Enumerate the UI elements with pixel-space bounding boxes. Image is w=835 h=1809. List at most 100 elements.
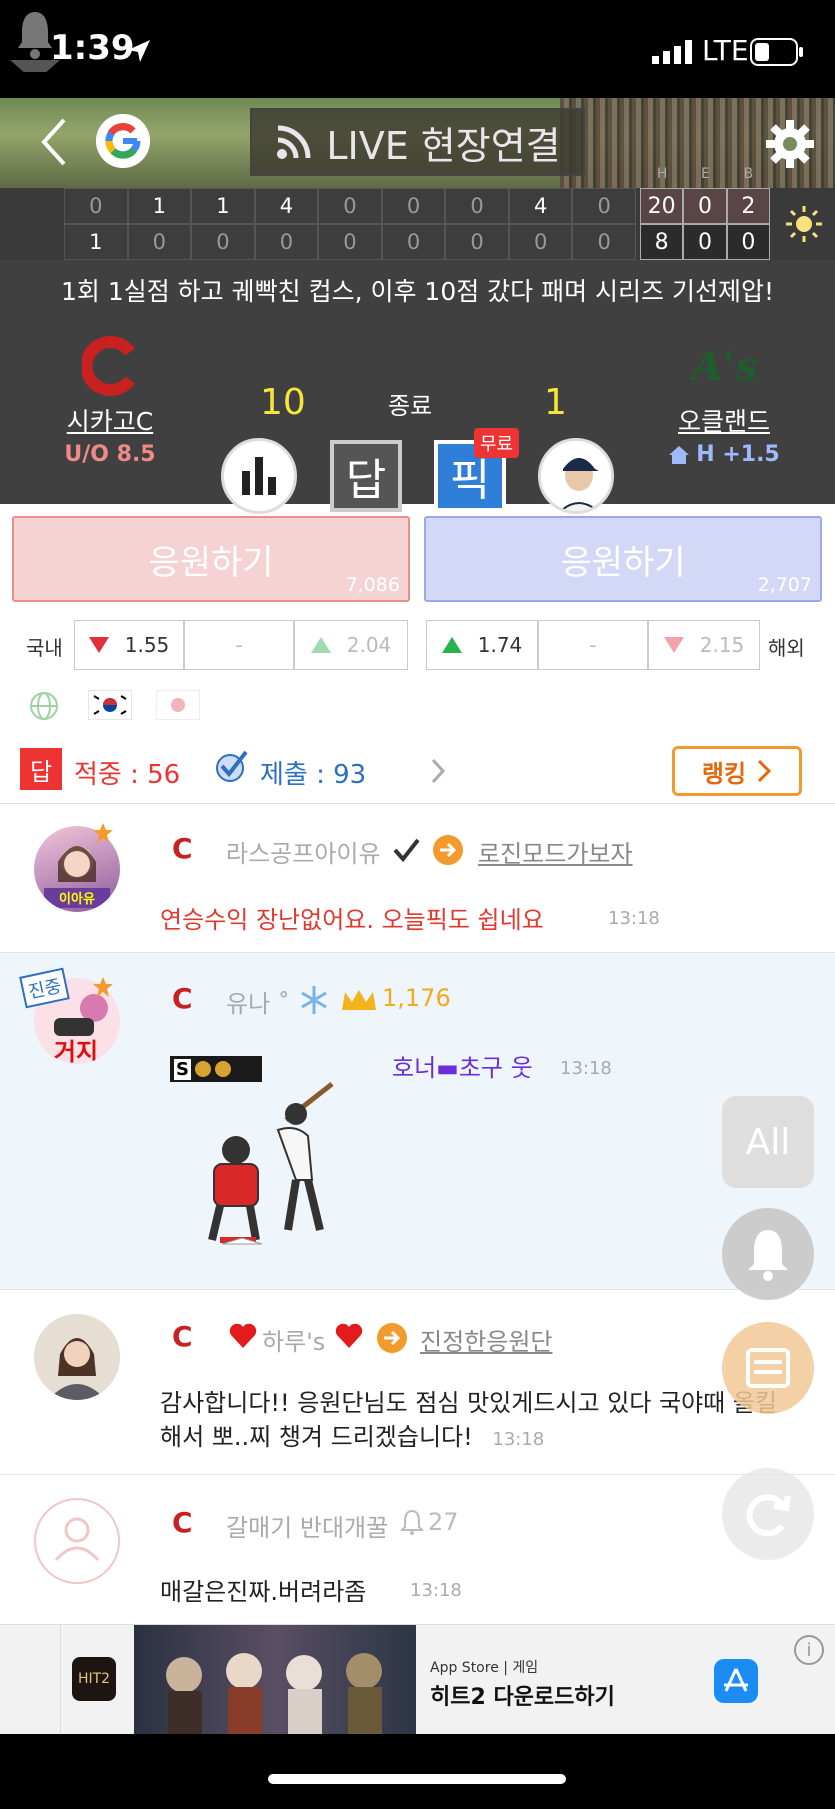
away-team-name[interactable]: 시카고C [50,402,170,438]
bell-icon [400,1509,424,1535]
home-odds-3[interactable]: 2.15 [648,620,760,670]
globe-icon[interactable] [28,690,60,722]
away-inning-5: 0 [318,188,382,224]
crown-icon [342,990,376,1010]
player-avatar-button[interactable] [538,438,614,514]
comment-time: 13:18 [608,908,660,929]
comment-username[interactable]: 갈매기 반대개꿀 [226,1508,388,1543]
battery-icon [750,38,803,66]
away-odds-2-value: - [235,633,243,657]
comment-username[interactable]: 라스공프아이유 [226,834,381,869]
away-inning-2: 1 [127,188,192,224]
chevron-right-icon[interactable] [428,756,448,786]
comment-time: 13:18 [492,1429,545,1450]
home-inning-6: 0 [381,224,446,260]
live-connect-button[interactable]: LIVE 현장연결 [250,108,585,176]
down-arrow-icon [663,637,684,653]
cheer-away-count: 7,086 [345,574,400,596]
baseball-cartoon-image [208,1082,334,1245]
cheer-home-label: 응원하기 [560,542,686,583]
notification-float-button[interactable] [722,1208,814,1300]
heb-totals: 20 0 2 8 0 0 [640,188,770,260]
list-icon [746,1348,790,1388]
team-c-icon: C [172,832,193,865]
korea-flag-icon[interactable] [88,690,132,720]
comment-username[interactable]: 하루's [262,1322,325,1357]
dap-badge: 답 [20,748,62,790]
away-odds-3-value: 2.04 [346,633,392,657]
game-characters-image [166,1653,382,1735]
home-handicap: H +1.5 [658,442,790,467]
ad-banner[interactable]: HIT2 App Store | 게임 히트2 다운로드하기 i [0,1624,835,1735]
bell-icon [748,1230,788,1281]
away-inning-4: 4 [254,188,319,224]
bases-header: B [743,166,754,182]
reply-target[interactable]: 로진모드가보자 [478,834,633,869]
cheer-home-count: 2,707 [757,574,812,596]
away-inning-7: 0 [445,188,509,224]
athletics-logo-icon[interactable]: A's [688,336,758,396]
comment-username[interactable]: 유나 ˚ [226,984,290,1019]
chevron-right-icon [758,759,772,783]
app-store-icon[interactable] [714,1659,758,1703]
back-chevron-icon[interactable] [28,112,84,172]
settings-gear-icon[interactable] [762,116,818,172]
score-sticker: S [170,1056,262,1082]
home-inning-7: 0 [445,224,509,260]
hit-count: 적중 : 56 [74,760,181,790]
down-arrow-icon [88,637,109,653]
ranking-button[interactable]: 랭킹 [672,746,802,796]
away-inning-3: 1 [191,188,255,224]
ad-divider [60,1625,61,1735]
home-odds-2[interactable]: - [538,620,648,670]
home-bases: 0 [726,224,770,260]
home-indicator[interactable] [268,1774,566,1784]
home-errors: 0 [683,224,727,260]
heart-icon [335,1323,363,1348]
away-score: 10 [260,382,306,423]
team-c-icon: C [172,1320,193,1353]
home-team-name[interactable]: 오클랜드 [664,402,784,438]
reply-target[interactable]: 진정한응원단 [420,1322,552,1357]
stats-button[interactable] [221,438,297,514]
hit2-app-icon: HIT2 [72,1657,116,1701]
answer-button[interactable]: 답 [330,440,402,512]
cubs-logo-icon[interactable] [82,336,142,396]
sticker-dot-1 [194,1061,211,1077]
refresh-float-button[interactable] [722,1468,814,1560]
app-store-glyph [724,1668,748,1692]
avatar-image [34,1314,120,1400]
game-status: 종료 [388,392,433,420]
home-odds-1-value: 1.74 [477,633,523,657]
cheer-home-button[interactable]: 응원하기 2,707 [424,516,822,602]
away-odds-2[interactable]: - [184,620,294,670]
domestic-label: 국내 [26,636,63,660]
refresh-icon [746,1494,791,1537]
ad-info-icon[interactable]: i [794,1635,824,1665]
filter-all-button[interactable]: All [722,1096,814,1188]
japan-flag-icon[interactable] [156,690,200,720]
list-float-button[interactable] [722,1322,814,1414]
ad-artwork [134,1625,416,1735]
user-points: 27 [428,1508,459,1536]
home-inning-4: 0 [254,224,319,260]
away-inning-8: 4 [508,188,573,224]
default-user-icon [54,1517,100,1562]
reply-arrow-icon [433,835,463,865]
user-avatar[interactable] [34,1314,120,1400]
comment-time: 13:18 [560,1058,612,1079]
home-inning-8: 0 [508,224,573,260]
away-hits: 20 [640,188,684,224]
away-odds-1[interactable]: 1.55 [74,620,184,670]
away-odds-3[interactable]: 2.04 [294,620,408,670]
away-inning-1: 0 [64,188,128,224]
free-badge: 무료 [474,428,520,458]
bell-notification-icon[interactable] [10,0,60,72]
home-hits: 8 [640,224,684,260]
home-odds-1[interactable]: 1.74 [426,620,538,670]
comment-message: 연승수익 장난없어요. 오늘픽도 쉽네요 [160,906,544,934]
cheer-away-button[interactable]: 응원하기 7,086 [12,516,410,602]
user-avatar[interactable] [34,1498,120,1584]
google-logo-icon[interactable] [96,114,150,168]
divider [0,1474,835,1475]
